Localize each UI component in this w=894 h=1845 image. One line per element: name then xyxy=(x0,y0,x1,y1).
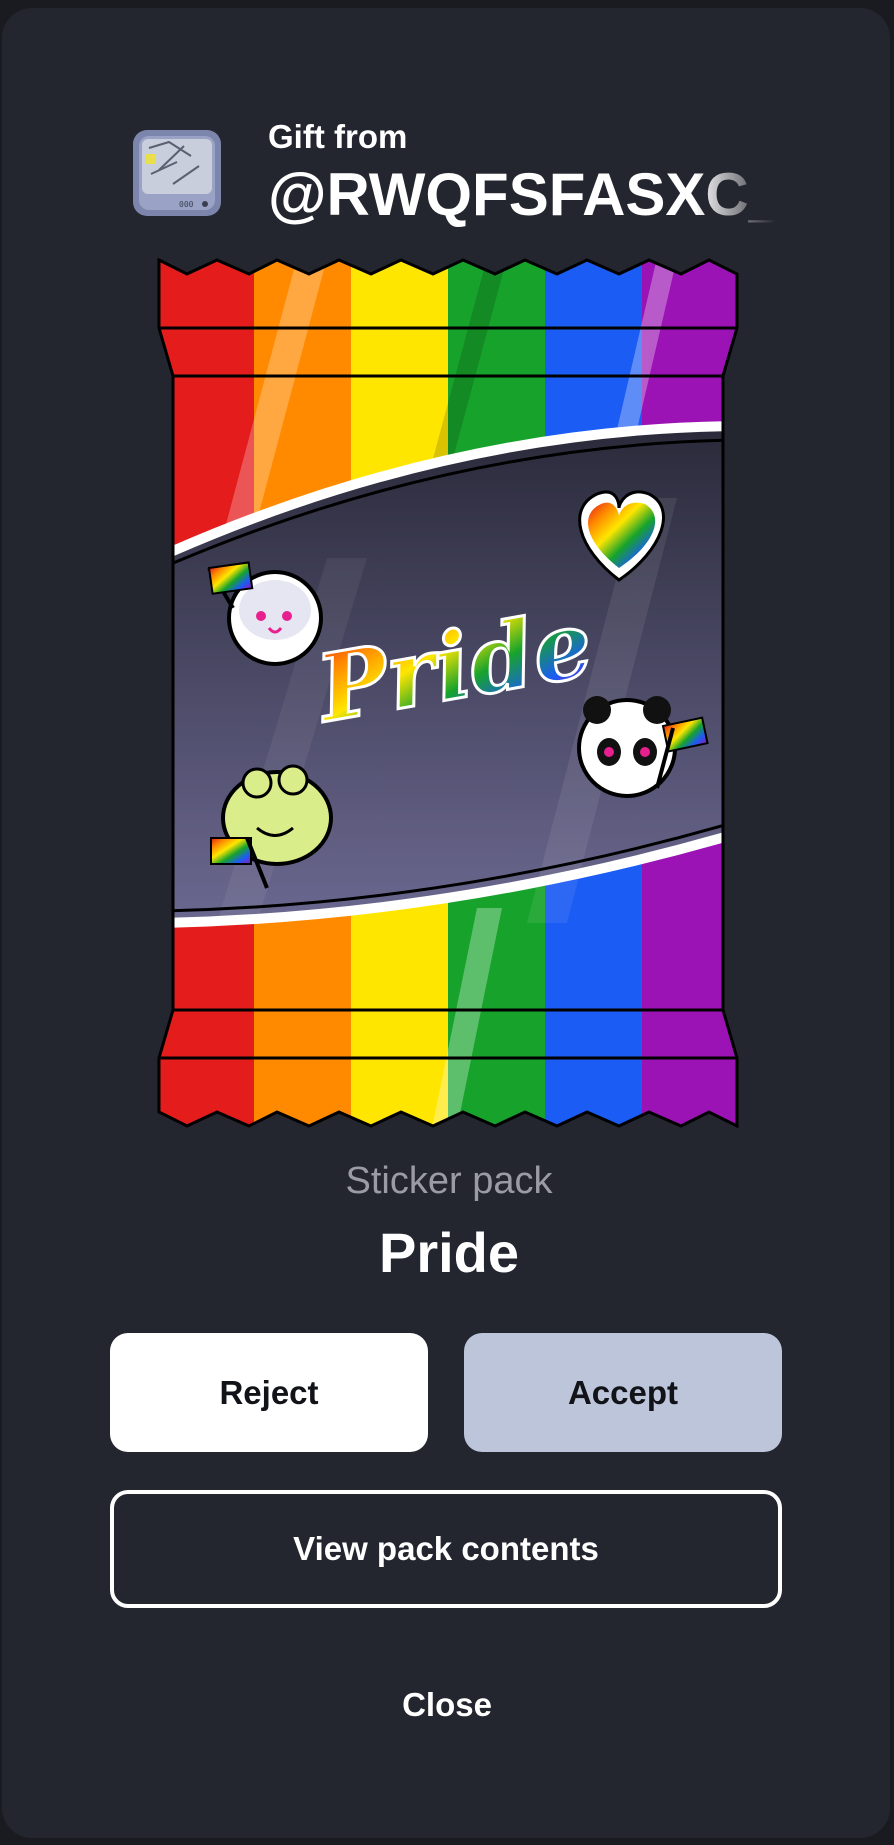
gift-from-label: Gift from xyxy=(268,118,408,155)
sender-username: @RWQFSFASXC_N xyxy=(268,161,776,228)
close-button[interactable]: Close xyxy=(347,1680,547,1730)
pack-name: Pride xyxy=(378,1221,520,1284)
sticker-pack-image: Pride xyxy=(157,257,739,1129)
view-pack-contents-button[interactable]: View pack contents xyxy=(110,1490,782,1608)
accept-button[interactable]: Accept xyxy=(464,1333,782,1452)
svg-text:000: 000 xyxy=(179,200,194,209)
pack-type-label: Sticker pack xyxy=(345,1160,553,1202)
sender-avatar: 000 xyxy=(129,126,225,222)
reject-button[interactable]: Reject xyxy=(110,1333,428,1452)
